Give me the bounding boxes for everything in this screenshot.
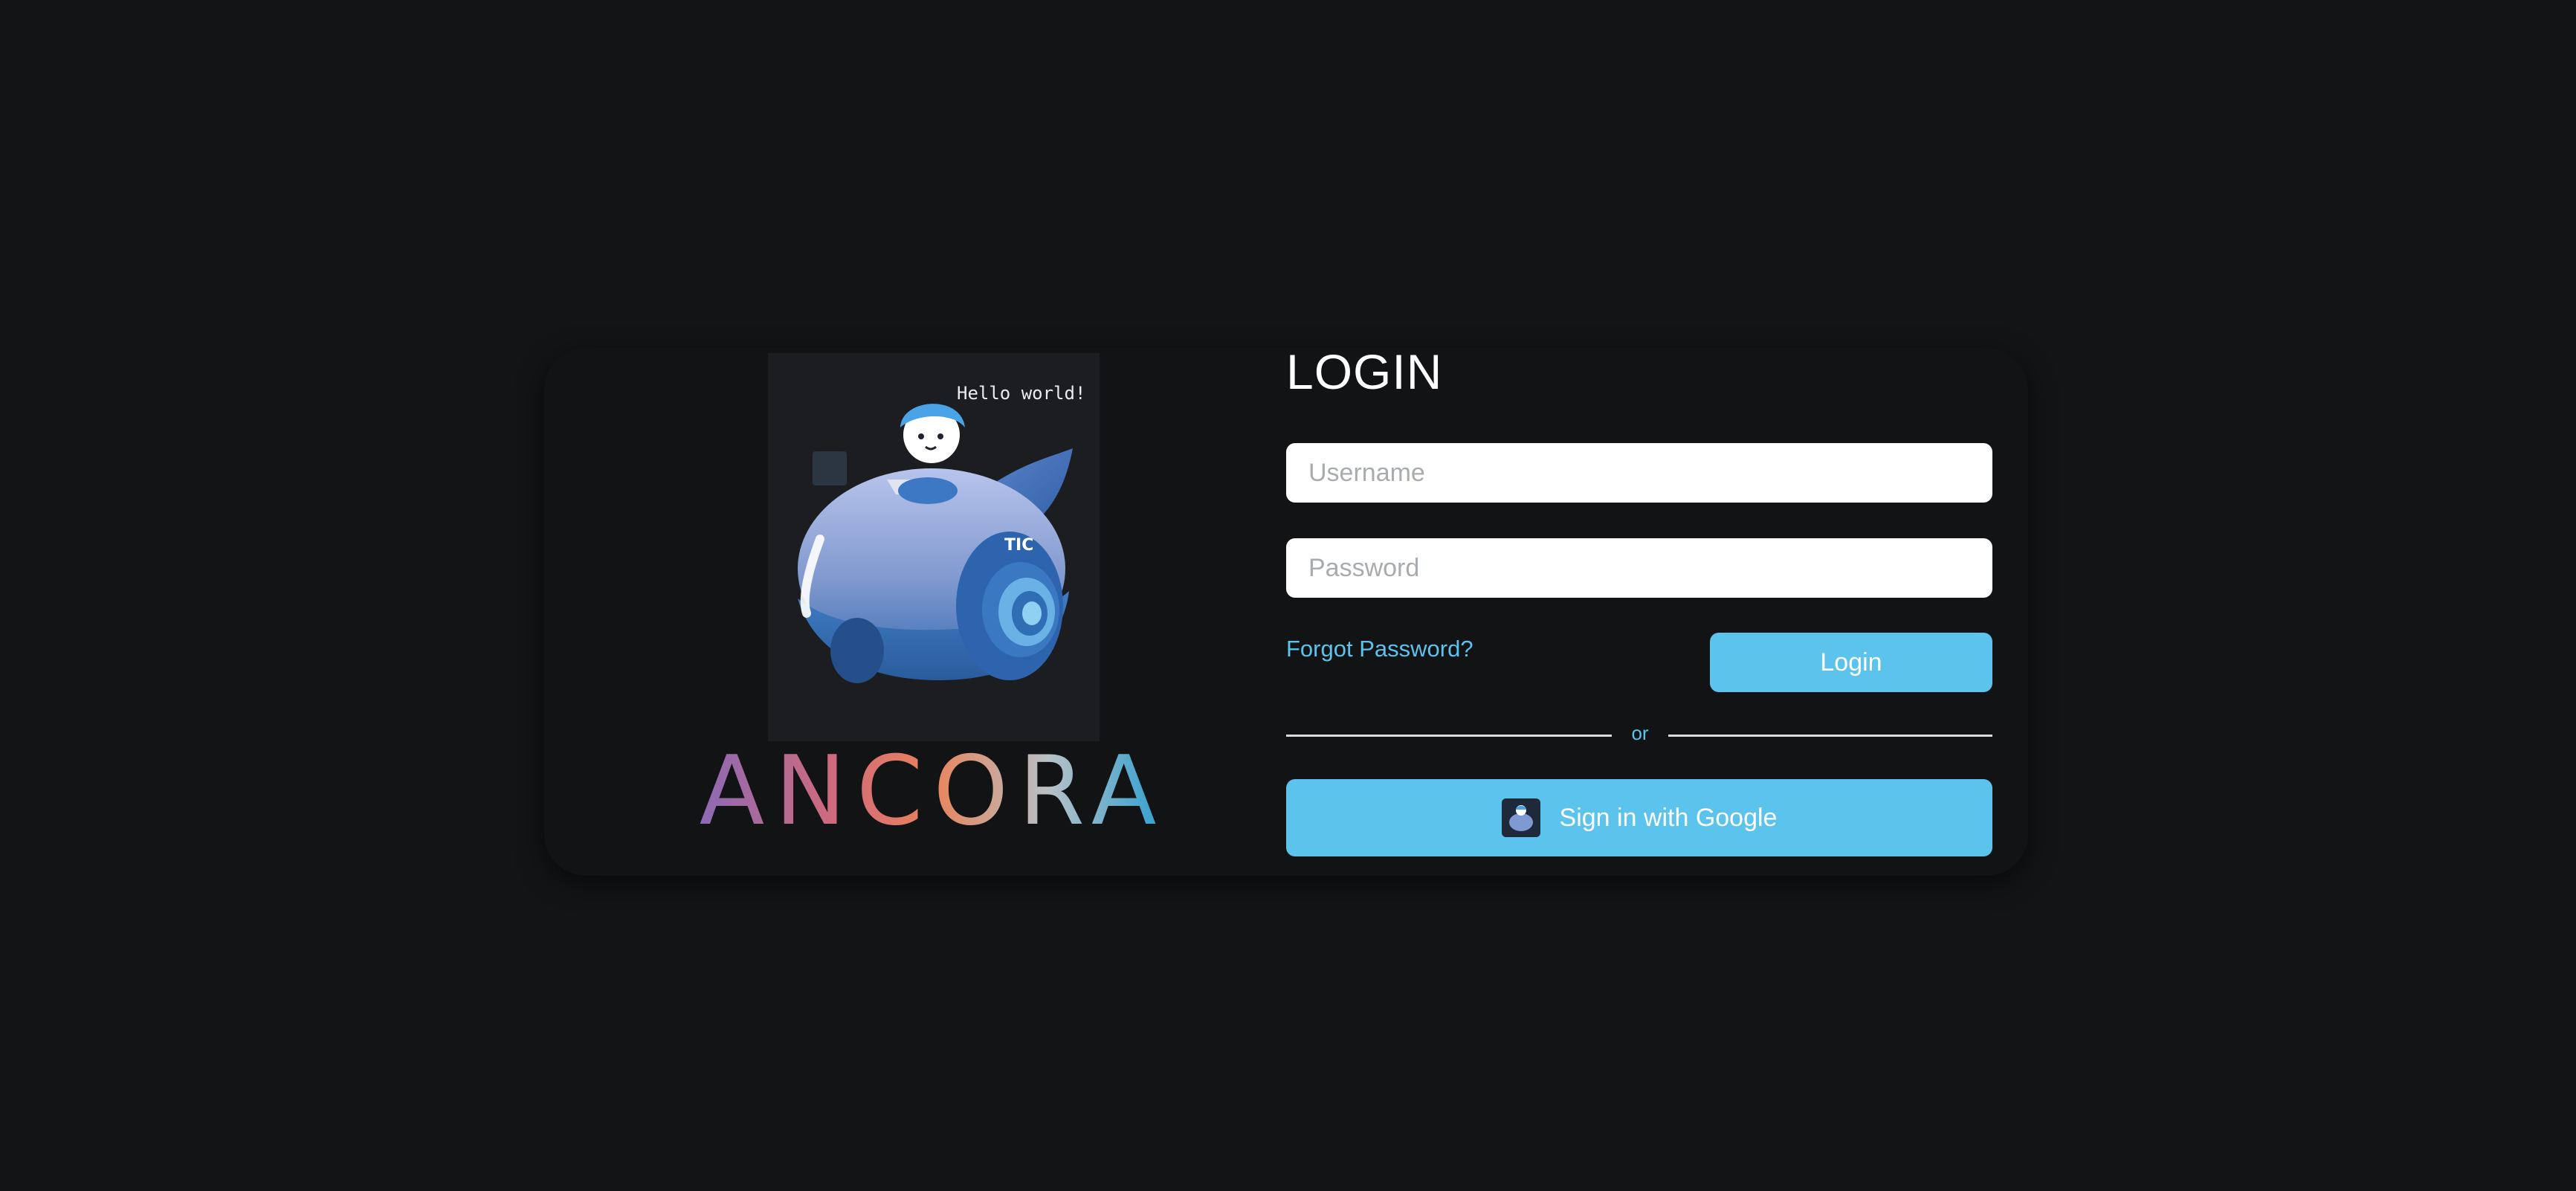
google-app-icon [1501,798,1540,837]
ancora-wordmark-icon: ANCORA [700,746,1167,836]
mascot-illustration: TIC Hello world! [768,353,1100,741]
robot-whale-mascot-icon: TIC [798,404,1073,683]
divider-or-text: or [1631,722,1649,744]
svg-text:ANCORA: ANCORA [700,746,1167,836]
speech-text: Hello world! [957,383,1086,404]
password-input[interactable] [1286,538,1992,598]
divider-line-right [1668,735,1992,737]
ancora-logo: ANCORA [688,746,1178,836]
login-button[interactable]: Login [1710,633,1992,692]
username-input[interactable] [1286,443,1992,503]
divider-line-left [1286,735,1612,737]
svg-text:TIC: TIC [1004,536,1033,555]
page-title: LOGIN [1286,344,1443,399]
google-signin-label: Sign in with Google [1559,803,1778,832]
google-signin-button[interactable]: Sign in with Google [1286,779,1992,856]
forgot-password-link[interactable]: Forgot Password? [1286,636,1473,662]
